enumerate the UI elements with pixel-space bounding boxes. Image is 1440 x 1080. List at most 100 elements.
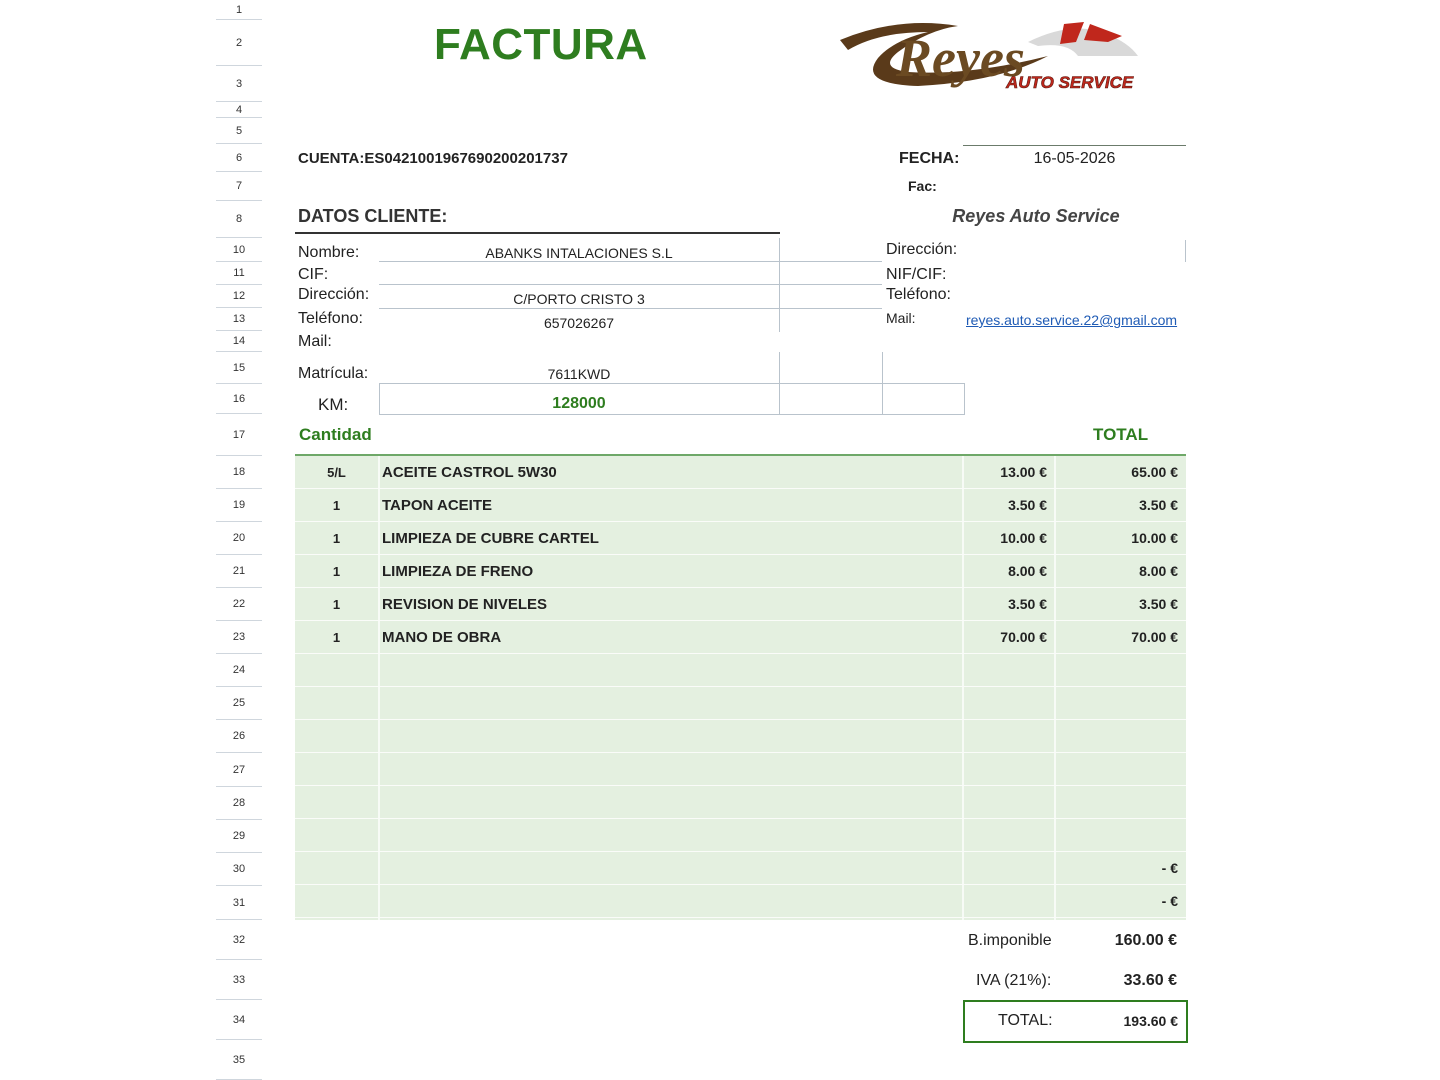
item-total: 10.00 € bbox=[1131, 530, 1178, 546]
row-number[interactable]: 2 bbox=[216, 20, 262, 66]
table-row bbox=[295, 753, 1186, 786]
grid-line bbox=[379, 308, 882, 309]
row-number[interactable]: 10 bbox=[216, 238, 262, 262]
company-telefono-label: Teléfono: bbox=[886, 286, 951, 303]
base-value: 160.00 € bbox=[1114, 932, 1177, 949]
item-total: - € bbox=[1161, 860, 1178, 876]
item-qty bbox=[295, 786, 378, 818]
table-row: - € bbox=[295, 885, 1186, 918]
item-description bbox=[382, 654, 958, 686]
row-number[interactable]: 21 bbox=[216, 555, 262, 588]
items-table: 5/L ACEITE CASTROL 5W30 13.00 € 65.00 € 1 TAP… bbox=[295, 456, 1186, 920]
km-box bbox=[379, 383, 965, 415]
row-number[interactable]: 16 bbox=[216, 384, 262, 414]
row-number[interactable]: 25 bbox=[216, 687, 262, 720]
row-number[interactable]: 12 bbox=[216, 285, 262, 308]
item-unit-price: 3.50 € bbox=[1008, 596, 1047, 612]
row-number[interactable]: 29 bbox=[216, 820, 262, 853]
row-number[interactable]: 15 bbox=[216, 352, 262, 384]
item-description: LIMPIEZA DE FRENO bbox=[382, 562, 534, 580]
item-qty bbox=[295, 885, 378, 917]
item-description bbox=[382, 852, 958, 884]
item-total: 70.00 € bbox=[1131, 629, 1178, 645]
item-total bbox=[1056, 654, 1178, 686]
logo-swoosh-icon: Reyes AUTO SERVICE bbox=[840, 22, 1138, 92]
item-qty bbox=[295, 654, 378, 686]
row-number[interactable]: 32 bbox=[216, 920, 262, 960]
row-number[interactable]: 1 bbox=[216, 0, 262, 20]
grand-total-label: TOTAL: bbox=[998, 1012, 1053, 1029]
grand-total-box: TOTAL: 193.60 € bbox=[963, 1000, 1188, 1043]
table-row: 1 MANO DE OBRA 70.00 € 70.00 € bbox=[295, 621, 1186, 654]
row-number[interactable]: 34 bbox=[216, 1000, 262, 1040]
row-number[interactable]: 24 bbox=[216, 654, 262, 687]
item-qty: 1 bbox=[332, 530, 341, 546]
nombre-label: Nombre: bbox=[298, 244, 360, 261]
table-row: - € bbox=[295, 852, 1186, 885]
row-number[interactable]: 14 bbox=[216, 331, 262, 352]
row-number[interactable]: 30 bbox=[216, 853, 262, 886]
row-number[interactable]: 28 bbox=[216, 787, 262, 820]
row-number[interactable]: 8 bbox=[216, 201, 262, 238]
row-number[interactable]: 35 bbox=[216, 1040, 262, 1080]
row-number[interactable]: 20 bbox=[216, 522, 262, 555]
item-unit-price: 8.00 € bbox=[1008, 563, 1047, 579]
row-number[interactable]: 3 bbox=[216, 66, 262, 102]
row-number[interactable]: 11 bbox=[216, 262, 262, 285]
row-number[interactable]: 7 bbox=[216, 172, 262, 201]
item-description: ACEITE CASTROL 5W30 bbox=[382, 463, 557, 481]
item-qty: 1 bbox=[332, 497, 341, 513]
item-qty: 1 bbox=[332, 563, 341, 579]
row-number[interactable]: 5 bbox=[216, 118, 262, 144]
item-description bbox=[382, 720, 958, 752]
client-direccion-value: C/PORTO CRISTO 3 bbox=[513, 291, 645, 307]
company-direccion-label: Dirección: bbox=[886, 241, 958, 258]
item-total bbox=[1056, 786, 1178, 818]
item-total bbox=[1056, 720, 1178, 752]
row-number[interactable]: 22 bbox=[216, 588, 262, 621]
row-number[interactable]: 27 bbox=[216, 753, 262, 787]
item-total: 3.50 € bbox=[1139, 497, 1178, 513]
row-number[interactable]: 18 bbox=[216, 456, 262, 489]
item-unit-price: 10.00 € bbox=[1000, 530, 1047, 546]
item-description bbox=[382, 819, 958, 851]
fecha-label: FECHA: bbox=[899, 150, 960, 167]
item-unit-price bbox=[964, 753, 1047, 785]
row-number[interactable]: 33 bbox=[216, 960, 262, 1000]
item-total: 3.50 € bbox=[1139, 596, 1178, 612]
item-unit-price bbox=[964, 885, 1047, 917]
base-label: B.imponible bbox=[968, 932, 1052, 949]
grid-line bbox=[379, 261, 882, 262]
table-row bbox=[295, 720, 1186, 753]
item-qty bbox=[295, 819, 378, 851]
item-unit-price: 70.00 € bbox=[1000, 629, 1047, 645]
company-nif-label: NIF/CIF: bbox=[886, 266, 947, 283]
row-number[interactable]: 17 bbox=[216, 414, 262, 456]
item-description: TAPON ACEITE bbox=[382, 496, 493, 514]
item-qty: 5/L bbox=[327, 464, 346, 480]
table-row bbox=[295, 654, 1186, 687]
cif-label: CIF: bbox=[298, 266, 329, 283]
matricula-label: Matrícula: bbox=[298, 365, 369, 382]
row-number[interactable]: 4 bbox=[216, 102, 262, 118]
client-mail-label: Mail: bbox=[298, 333, 332, 350]
row-number[interactable]: 23 bbox=[216, 621, 262, 654]
item-total: - € bbox=[1161, 893, 1178, 909]
item-description bbox=[382, 786, 958, 818]
company-mail-link-wrapper: reyes.auto.service.22@gmail.com bbox=[966, 312, 1186, 328]
account-number: CUENTA:ES0421001967690200201737 bbox=[298, 150, 568, 167]
company-mail-label: Mail: bbox=[886, 310, 916, 326]
table-row: 1 REVISION DE NIVELES 3.50 € 3.50 € bbox=[295, 588, 1186, 621]
company-mail-link[interactable]: reyes.auto.service.22@gmail.com bbox=[966, 312, 1177, 328]
client-data-heading: DATOS CLIENTE: bbox=[298, 206, 448, 226]
row-number[interactable]: 26 bbox=[216, 720, 262, 753]
row-number[interactable]: 6 bbox=[216, 144, 262, 172]
row-number[interactable]: 13 bbox=[216, 308, 262, 331]
invoice-title: FACTURA bbox=[434, 20, 648, 69]
item-qty bbox=[295, 687, 378, 719]
row-number[interactable]: 19 bbox=[216, 489, 262, 522]
table-row: 1 LIMPIEZA DE FRENO 8.00 € 8.00 € bbox=[295, 555, 1186, 588]
row-number[interactable]: 31 bbox=[216, 886, 262, 920]
nombre-value: ABANKS INTALACIONES S.L bbox=[485, 245, 673, 261]
table-row bbox=[295, 819, 1186, 852]
